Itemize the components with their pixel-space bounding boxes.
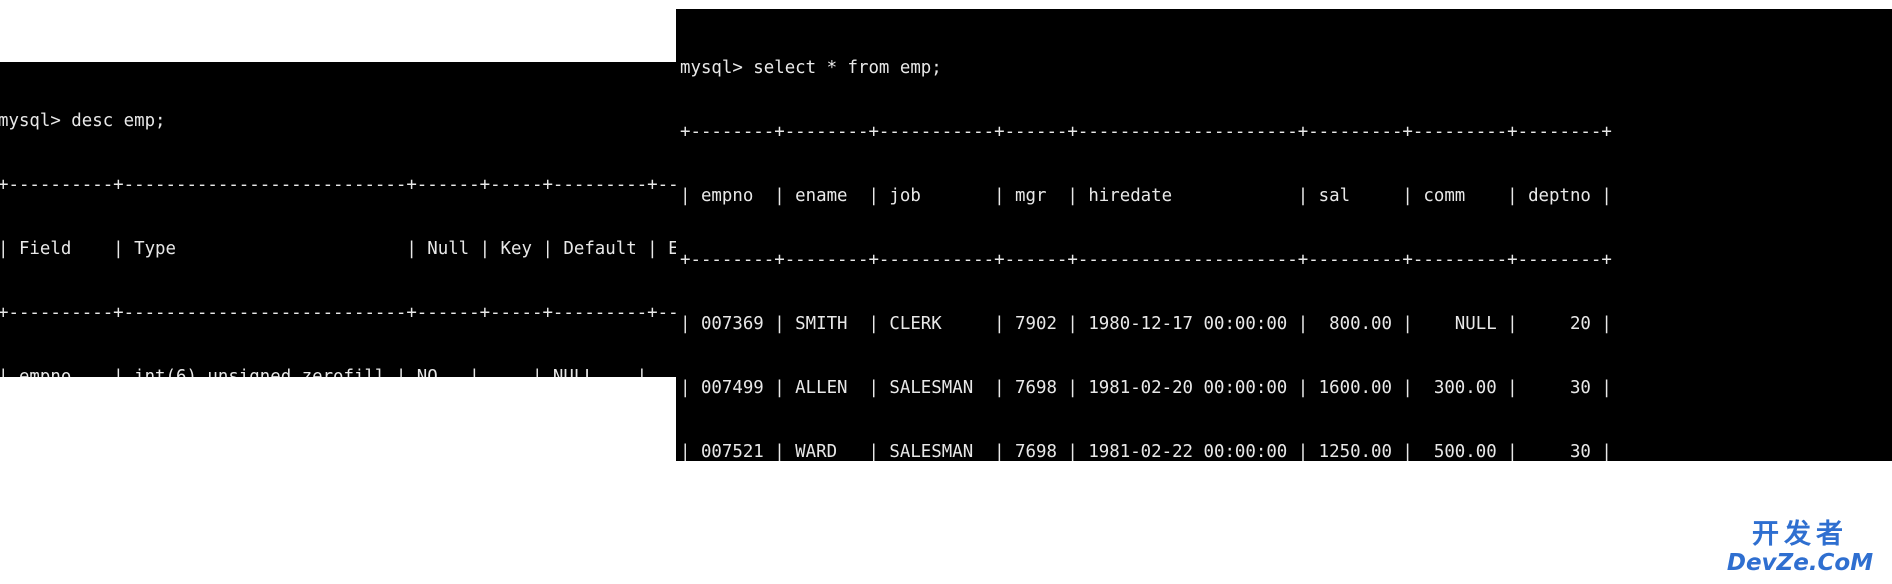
desc-prompt-line: mysql> desc emp; — [0, 110, 166, 131]
table-row: | 007499 | ALLEN | SALESMAN | 7698 | 198… — [680, 377, 1612, 398]
desc-border-top: +----------+---------------------------+… — [0, 174, 676, 195]
mysql-terminal-desc[interactable]: mysql> desc emp; +----------+-----------… — [0, 62, 676, 377]
table-row: | 007521 | WARD | SALESMAN | 7698 | 1981… — [680, 441, 1612, 461]
select-border-header: +--------+--------+-----------+------+--… — [680, 249, 1612, 270]
mysql-terminal-select[interactable]: mysql> select * from emp; +--------+----… — [676, 9, 1892, 461]
desc-border-header: +----------+---------------------------+… — [0, 302, 676, 323]
screenshot-root: mysql> desc emp; +----------+-----------… — [0, 0, 1892, 584]
watermark-line-2: DevZe.CoM — [1726, 550, 1874, 576]
desc-header-row: | Field | Type | Null | Key | Default | … — [0, 238, 676, 259]
table-row: | 007369 | SMITH | CLERK | 7902 | 1980-1… — [680, 313, 1612, 334]
select-border-top: +--------+--------+-----------+------+--… — [680, 121, 1612, 142]
watermark-line-1: 开发者 — [1752, 519, 1848, 550]
select-header-row: | empno | ename | job | mgr | hiredate |… — [680, 185, 1612, 206]
select-prompt-line: mysql> select * from emp; — [680, 57, 942, 78]
table-row: | empno | int(6) unsigned zerofill | NO … — [0, 366, 676, 377]
watermark-logo: 开发者 DevZe.CoM — [1716, 520, 1884, 580]
